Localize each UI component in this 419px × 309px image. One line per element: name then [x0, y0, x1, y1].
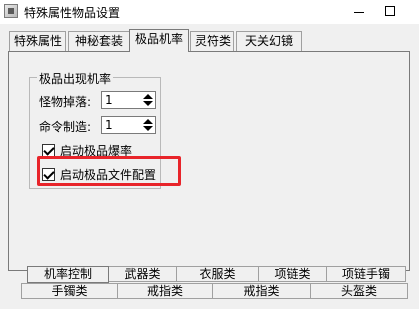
monster-drop-label: 怪物掉落:	[39, 95, 92, 109]
tab-necklaces[interactable]: 项链类	[258, 266, 327, 282]
highlight-annotation-box	[37, 156, 181, 186]
command-make-value[interactable]: 1	[105, 118, 113, 132]
minimize-icon[interactable]	[354, 12, 364, 13]
tab-helmets[interactable]: 头盔类	[310, 283, 408, 299]
tab-weapons[interactable]: 武器类	[108, 266, 177, 282]
spinner-down-icon[interactable]	[143, 101, 153, 106]
tab-necklace-bracelet[interactable]: 项链手镯	[326, 266, 406, 282]
spinner-down-icon[interactable]	[143, 126, 153, 131]
tab-mystery-set[interactable]: 神秘套装	[68, 31, 130, 51]
app-icon	[4, 4, 18, 18]
tab-rings-2[interactable]: 戒指类	[212, 283, 311, 299]
tab-chance-control[interactable]: 机率控制	[27, 266, 109, 283]
monster-drop-value[interactable]: 1	[105, 93, 113, 107]
tab-rare-chance[interactable]: 极品机率	[129, 29, 189, 52]
tab-rings-1[interactable]: 戒指类	[117, 283, 213, 299]
group-legend: 极品出现机率	[37, 70, 114, 87]
spinner-up-icon[interactable]	[143, 119, 153, 124]
command-make-spinner[interactable]: 1	[101, 116, 156, 134]
tab-special-attributes[interactable]: 特殊属性	[9, 31, 66, 51]
tab-clothes[interactable]: 衣服类	[176, 266, 259, 282]
command-make-label: 命令制造:	[39, 120, 92, 134]
tab-bracelets[interactable]: 手镯类	[21, 283, 118, 299]
window-title: 特殊属性物品设置	[24, 6, 121, 20]
title-bar: 特殊属性物品设置	[0, 0, 419, 24]
maximize-icon[interactable]	[385, 6, 395, 16]
tab-sky-mirror[interactable]: 天关幻镜	[236, 31, 302, 51]
monster-drop-spinner[interactable]: 1	[101, 91, 156, 109]
spinner-up-icon[interactable]	[143, 94, 153, 99]
tab-talisman[interactable]: 灵符类	[190, 31, 234, 51]
